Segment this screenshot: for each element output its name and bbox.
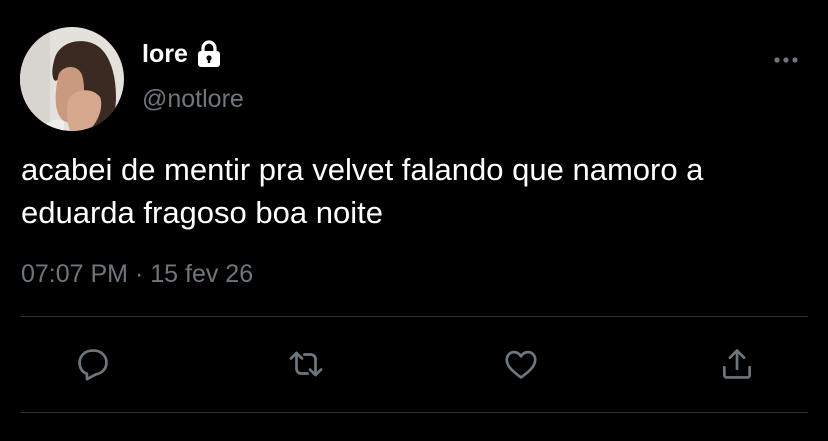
- avatar[interactable]: [20, 27, 124, 131]
- heart-icon: [505, 350, 537, 379]
- tweet-card: lore @notlore acabei de mentir pra velve…: [0, 0, 828, 441]
- retweet-button[interactable]: [284, 344, 328, 384]
- tweet-timestamp[interactable]: 07:07 PM · 15 fev 26: [21, 258, 253, 290]
- lock-icon: [194, 40, 224, 68]
- share-button[interactable]: [715, 344, 759, 384]
- like-button[interactable]: [499, 344, 543, 384]
- author-display-name[interactable]: lore: [142, 39, 188, 69]
- reply-button[interactable]: [71, 344, 115, 384]
- author-handle[interactable]: @notlore: [142, 84, 244, 114]
- avatar-image: [20, 27, 124, 131]
- divider: [21, 412, 808, 413]
- tweet-text: acabei de mentir pra velvet falando que …: [21, 152, 704, 230]
- more-dots-icon[interactable]: [772, 52, 800, 68]
- tweet-date[interactable]: 15 fev 26: [150, 260, 253, 288]
- share-icon: [722, 349, 752, 379]
- timestamp-separator: ·: [134, 260, 144, 288]
- tweet-time[interactable]: 07:07 PM: [21, 260, 128, 288]
- author-name-row[interactable]: lore: [142, 39, 224, 69]
- divider: [21, 316, 808, 317]
- reply-icon: [78, 349, 108, 381]
- retweet-icon: [289, 351, 323, 377]
